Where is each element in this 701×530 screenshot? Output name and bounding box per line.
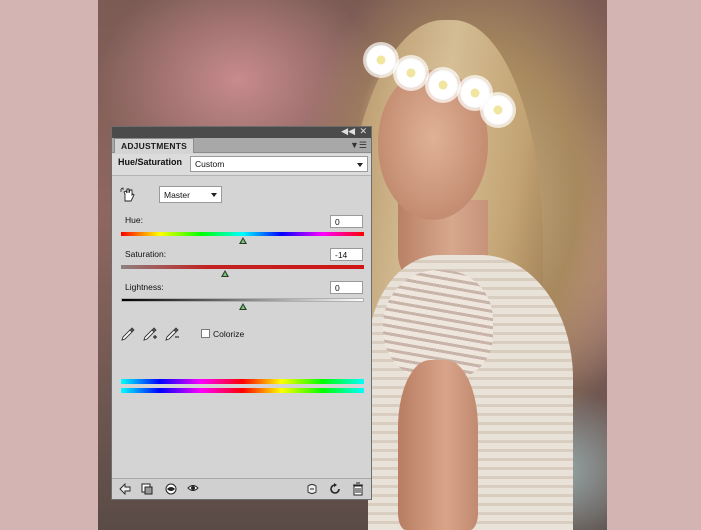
saturation-label: Saturation: xyxy=(125,249,167,259)
panel-menu-icon[interactable]: ▼☰ xyxy=(350,138,367,152)
close-icon[interactable]: ✕ xyxy=(359,126,367,137)
colorize-label: Colorize xyxy=(213,329,245,339)
view-previous-icon[interactable] xyxy=(186,482,200,496)
adjustment-header: Hue/Saturation Custom xyxy=(112,154,371,176)
tab-adjustments[interactable]: ADJUSTMENTS xyxy=(114,138,194,153)
eyedropper-plus-icon[interactable] xyxy=(142,326,158,342)
saturation-value-input[interactable]: -14 xyxy=(330,248,363,261)
refresh-icon[interactable] xyxy=(328,482,342,496)
source-spectrum-bar xyxy=(121,379,364,384)
trash-icon[interactable] xyxy=(351,482,365,496)
flower-icon xyxy=(428,70,458,100)
preset-select[interactable]: Custom xyxy=(190,156,368,172)
lightness-slider-thumb[interactable] xyxy=(238,303,247,310)
hue-label: Hue: xyxy=(125,215,143,225)
flower-icon xyxy=(396,58,426,88)
result-spectrum-bar xyxy=(121,388,364,393)
chevron-down-icon xyxy=(211,193,217,197)
lightness-label: Lightness: xyxy=(125,282,164,292)
hue-slider-thumb[interactable] xyxy=(238,237,247,244)
chevron-down-icon xyxy=(357,163,363,167)
saturation-slider-track[interactable] xyxy=(121,265,364,269)
saturation-slider-thumb[interactable] xyxy=(221,270,230,277)
photo-arm xyxy=(398,360,478,530)
collapse-panel-icon[interactable]: ◀◀ xyxy=(341,126,355,137)
channel-value: Master xyxy=(164,190,190,200)
preset-value: Custom xyxy=(195,159,225,169)
adjustments-panel: ◀◀ ✕ ADJUSTMENTS ▼☰ Hue/Saturation Custo… xyxy=(111,126,372,500)
channel-select[interactable]: Master xyxy=(159,186,222,203)
hue-slider-track[interactable] xyxy=(121,232,364,236)
lightness-value-input[interactable]: 0 xyxy=(330,281,363,294)
back-arrow-icon[interactable] xyxy=(118,482,132,496)
panel-tab-row: ADJUSTMENTS ▼☰ xyxy=(112,138,371,153)
panel-footer xyxy=(112,478,371,499)
adjustment-title: Hue/Saturation xyxy=(118,157,183,167)
flower-icon xyxy=(483,95,513,125)
colorize-checkbox[interactable] xyxy=(201,329,210,338)
flower-icon xyxy=(366,45,396,75)
reset-icon[interactable] xyxy=(305,482,319,496)
eye-visibility-icon[interactable] xyxy=(164,482,178,496)
targeted-adjustment-hand-icon[interactable] xyxy=(120,187,136,203)
hue-value-input[interactable]: 0 xyxy=(330,215,363,228)
eyedropper-icon[interactable] xyxy=(120,326,136,342)
eyedropper-minus-icon[interactable] xyxy=(164,326,180,342)
lightness-slider-track[interactable] xyxy=(121,298,364,302)
clip-to-layer-icon[interactable] xyxy=(140,482,154,496)
